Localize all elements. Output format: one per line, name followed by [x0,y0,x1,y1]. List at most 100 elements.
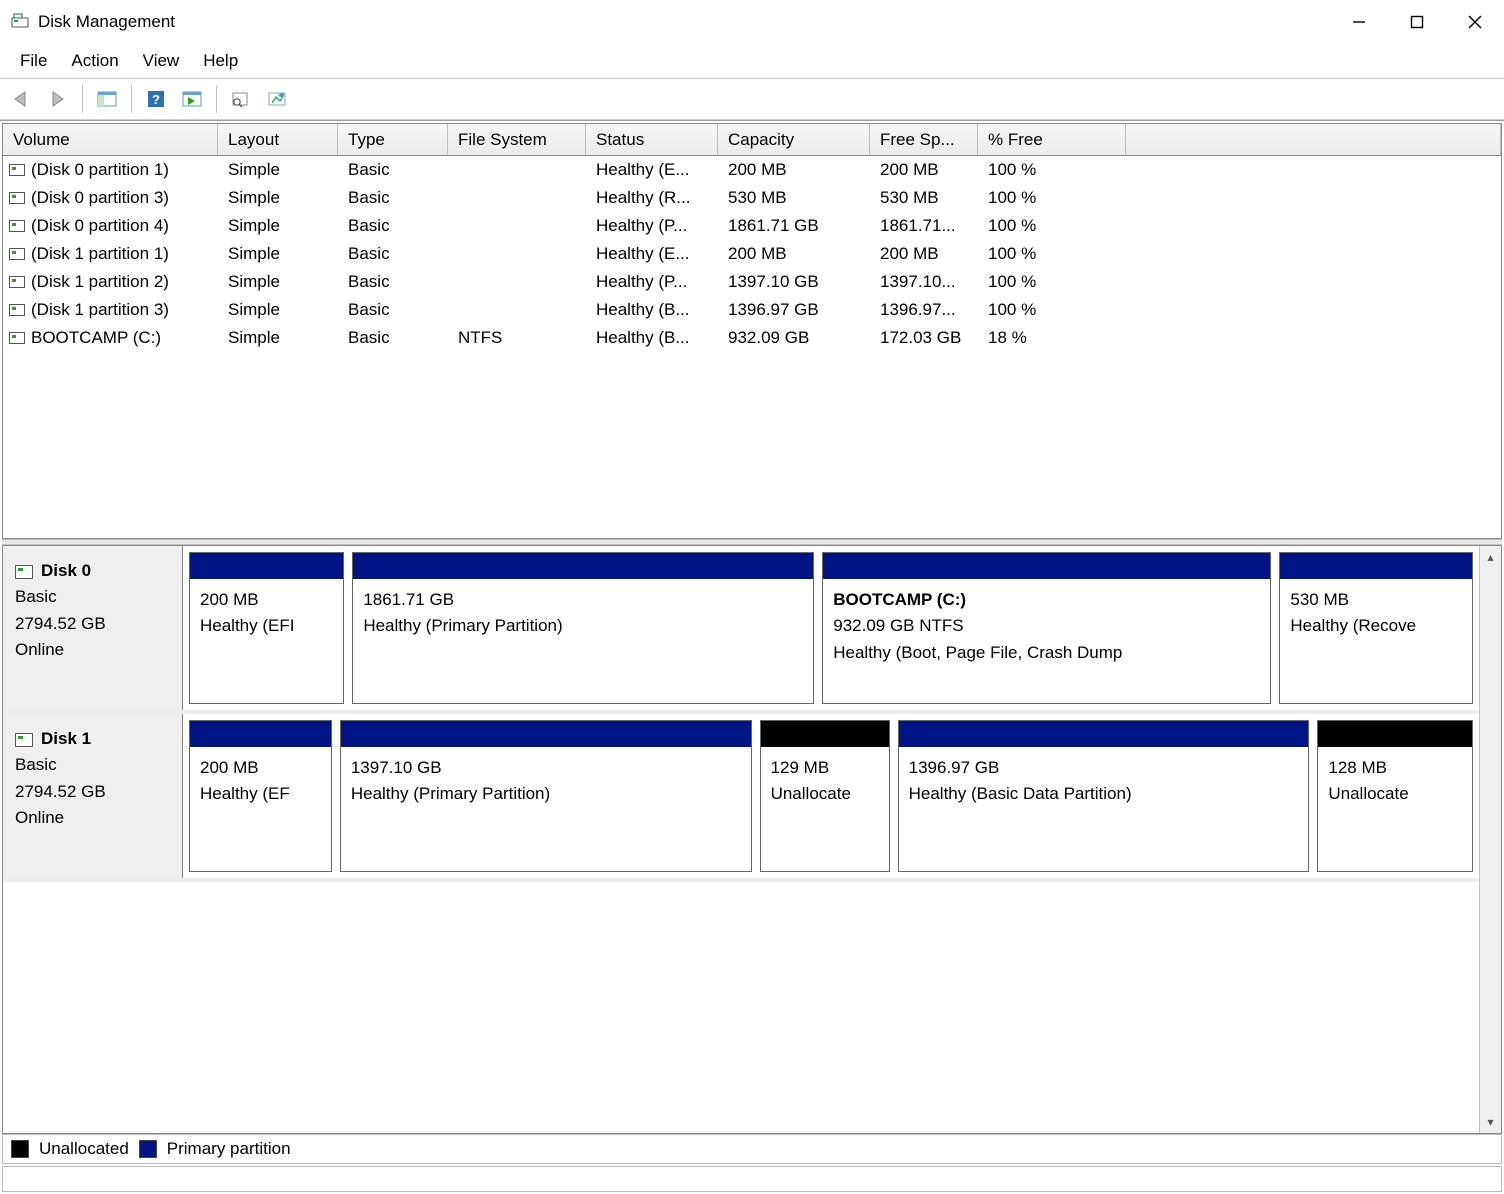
statusbar [2,1166,1502,1192]
volume-capacity: 200 MB [718,160,870,180]
volume-type: Basic [338,160,448,180]
volume-layout: Simple [218,300,338,320]
volume-capacity: 932.09 GB [718,328,870,348]
volume-name: (Disk 0 partition 1) [31,160,169,180]
volume-type: Basic [338,300,448,320]
minimize-button[interactable] [1330,0,1388,44]
volume-row[interactable]: (Disk 0 partition 3) SimpleBasic Healthy (… [3,184,1501,212]
partition[interactable]: 1861.71 GBHealthy (Primary Partition) [352,552,814,704]
partition[interactable]: 1397.10 GBHealthy (Primary Partition) [340,720,752,872]
col-type[interactable]: Type [338,124,448,155]
volume-type: Basic [338,272,448,292]
volume-pctfree: 100 % [978,160,1126,180]
drive-icon [9,192,25,204]
close-button[interactable] [1446,0,1504,44]
disk-state: Online [15,805,172,831]
col-volume[interactable]: Volume [3,124,218,155]
volume-row[interactable]: (Disk 1 partition 3)SimpleBasicHealthy (… [3,296,1501,324]
volume-layout: Simple [218,328,338,348]
refresh-button[interactable] [225,83,257,115]
volume-pctfree: 100 % [978,244,1126,264]
volume-row[interactable]: BOOTCAMP (C:)SimpleBasicNTFSHealthy (B..… [3,324,1501,352]
volume-capacity: 1861.71 GB [718,216,870,236]
volume-status: Healthy (P... [586,272,718,292]
volume-pctfree: 100 % [978,300,1126,320]
partition-size: 200 MB [200,755,321,781]
volume-pctfree: 18 % [978,328,1126,348]
partition[interactable]: 530 MBHealthy (Recove [1279,552,1473,704]
volume-row[interactable]: (Disk 0 partition 4)SimpleBasicHealthy (… [3,212,1501,240]
col-spare[interactable] [1126,124,1501,155]
partition-status: Healthy (Boot, Page File, Crash Dump [833,640,1260,666]
unallocated-region[interactable]: 129 MBUnallocate [760,720,890,872]
settings-button[interactable] [261,83,293,115]
volume-row[interactable]: (Disk 0 partition 1)SimpleBasicHealthy (… [3,156,1501,184]
help-button[interactable]: ? [140,83,172,115]
disk-state: Online [15,637,172,663]
volume-type: Basic [338,188,448,208]
volume-layout: Simple [218,188,338,208]
volume-layout: Simple [218,244,338,264]
volume-row[interactable]: (Disk 1 partition 1)SimpleBasicHealthy (… [3,240,1501,268]
volume-status: Healthy (R... [586,188,718,208]
menu-help[interactable]: Help [191,47,250,75]
volume-free: 1397.10... [870,272,978,292]
volume-list-header: Volume Layout Type File System Status Ca… [3,124,1501,156]
partition[interactable]: 1396.97 GBHealthy (Basic Data Partition) [898,720,1310,872]
partition-status: Healthy (EFI [200,613,333,639]
disk-label[interactable]: Disk 0Basic2794.52 GBOnline [3,546,183,710]
partition-size: 530 MB [1290,587,1462,613]
show-hide-tree-button[interactable] [91,83,123,115]
back-button[interactable] [6,83,38,115]
col-layout[interactable]: Layout [218,124,338,155]
menu-view[interactable]: View [131,47,192,75]
disk-icon [15,565,33,579]
col-pctfree[interactable]: % Free [978,124,1126,155]
volume-capacity: 530 MB [718,188,870,208]
volume-row[interactable]: (Disk 1 partition 2)SimpleBasicHealthy (… [3,268,1501,296]
drive-icon [9,248,25,260]
drive-icon [9,164,25,176]
volume-name: BOOTCAMP (C:) [31,328,161,348]
unallocated-region[interactable]: 128 MBUnallocate [1317,720,1473,872]
disk-icon [15,733,33,747]
col-freespace[interactable]: Free Sp... [870,124,978,155]
disk-type: Basic [15,752,172,778]
partition-status: Healthy (Basic Data Partition) [909,781,1299,807]
maximize-button[interactable] [1388,0,1446,44]
volume-list: Volume Layout Type File System Status Ca… [2,123,1502,539]
drive-icon [9,220,25,232]
partition-size: 129 MB [771,755,879,781]
partition[interactable]: BOOTCAMP (C:)932.09 GB NTFSHealthy (Boot… [822,552,1271,704]
volume-name: (Disk 0 partition 3) [31,188,169,208]
col-status[interactable]: Status [586,124,718,155]
col-capacity[interactable]: Capacity [718,124,870,155]
volume-type: Basic [338,216,448,236]
partition[interactable]: 200 MBHealthy (EFI [189,552,344,704]
menu-file[interactable]: File [8,47,59,75]
action-list-button[interactable] [176,83,208,115]
volume-free: 1861.71... [870,216,978,236]
volume-status: Healthy (E... [586,160,718,180]
disk-map: Disk 0Basic2794.52 GBOnline200 MBHealthy… [2,545,1502,1134]
drive-icon [9,332,25,344]
scroll-down-icon[interactable]: ▾ [1480,1111,1501,1133]
volume-name: (Disk 1 partition 2) [31,272,169,292]
volume-name: (Disk 1 partition 1) [31,244,169,264]
volume-status: Healthy (B... [586,300,718,320]
disk-map-scrollbar[interactable]: ▴ ▾ [1479,546,1501,1133]
partition-status: Unallocate [1328,781,1462,807]
volume-capacity: 1396.97 GB [718,300,870,320]
volume-pctfree: 100 % [978,272,1126,292]
partition[interactable]: 200 MBHealthy (EF [189,720,332,872]
forward-button[interactable] [42,83,74,115]
scroll-up-icon[interactable]: ▴ [1480,546,1501,568]
volume-status: Healthy (P... [586,216,718,236]
menu-action[interactable]: Action [59,47,130,75]
disk-name: Disk 1 [41,729,91,748]
disk-label[interactable]: Disk 1Basic2794.52 GBOnline [3,714,183,878]
volume-type: Basic [338,244,448,264]
legend-label-primary: Primary partition [167,1139,291,1159]
partition-size: 128 MB [1328,755,1462,781]
col-filesystem[interactable]: File System [448,124,586,155]
